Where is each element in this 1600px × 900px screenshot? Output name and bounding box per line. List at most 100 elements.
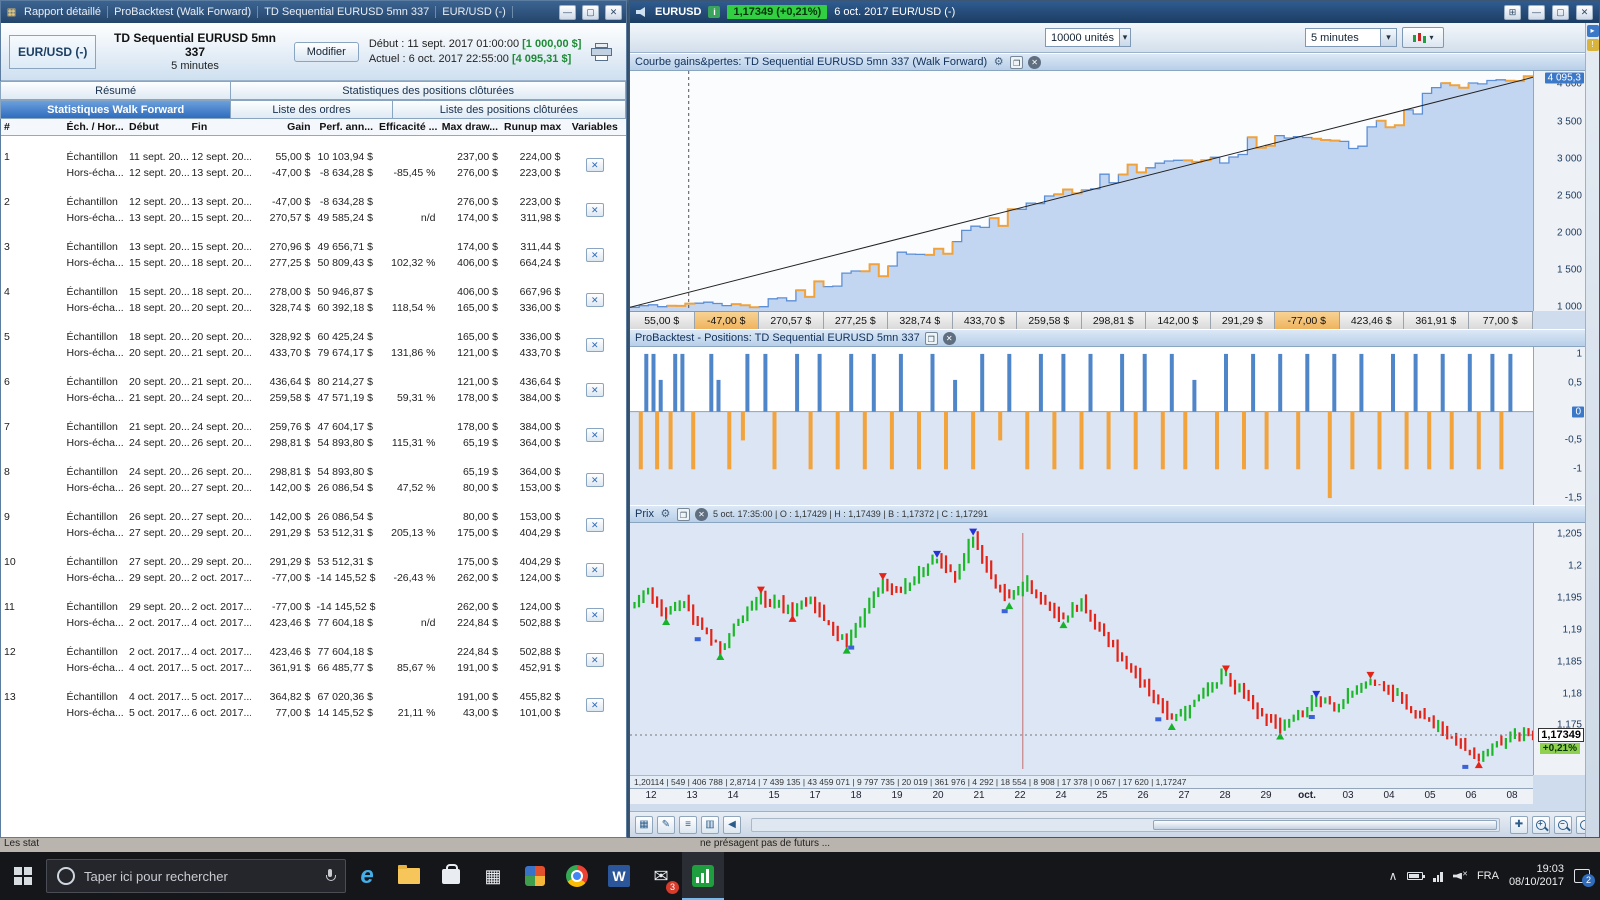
segment-gain-cell[interactable]: 433,70 $ (952, 312, 1017, 329)
taskbar-app-word[interactable]: W (598, 852, 640, 900)
column-header[interactable]: Fin (188, 119, 251, 136)
table-row[interactable]: Hors-écha... 13 sept. 20... 15 sept. 20...… (1, 210, 626, 226)
variables-button[interactable]: ✕ (585, 247, 604, 262)
variables-button[interactable]: ✕ (585, 517, 604, 532)
table-row[interactable]: Hors-écha... 29 sept. 20... 2 oct. 2017...… (1, 570, 626, 586)
table-row[interactable]: Hors-écha... 27 sept. 20... 29 sept. 20...… (1, 525, 626, 541)
segment-gain-cell[interactable]: 291,29 $ (1210, 312, 1275, 329)
timeframe-select[interactable]: 5 minutes ▾ (1305, 28, 1397, 47)
modify-button[interactable]: Modifier (293, 41, 359, 62)
price-x-axis[interactable]: 12 13 14 15 17 18 19 20 21 22 24 25 26 27 28 29 oct. 03 04… (630, 788, 1533, 804)
battery-icon[interactable] (1407, 872, 1426, 880)
positions-plot[interactable] (630, 347, 1533, 505)
volume-muted-icon[interactable] (1453, 870, 1468, 882)
column-header[interactable]: Perf. ann... (313, 119, 376, 136)
variables-button[interactable]: ✕ (585, 652, 604, 667)
table-row[interactable]: 8 Échantillon 24 sept. 20... 26 sept. 20...… (1, 464, 626, 487)
variables-button[interactable]: ✕ (585, 607, 604, 622)
language-indicator[interactable]: FRA (1477, 870, 1499, 882)
equity-plot[interactable] (630, 71, 1533, 311)
table-row[interactable]: Hors-écha... 15 sept. 20... 18 sept. 20...… (1, 255, 626, 271)
table-row[interactable]: 11 Échantillon 29 sept. 20... 2 oct. 2017..… (1, 599, 626, 622)
drawing-tools-icon[interactable]: ✚ (1510, 815, 1528, 834)
table-row[interactable]: 5 Échantillon 18 sept. 20... 20 sept. 20...… (1, 329, 626, 352)
close-panel-icon[interactable]: ✕ (942, 331, 956, 345)
notification-center-icon[interactable]: 2 (1574, 869, 1595, 887)
column-header[interactable]: Efficacité ... (376, 119, 439, 136)
variables-button[interactable]: ✕ (585, 382, 604, 397)
segment-gain-cell[interactable]: 423,46 $ (1339, 312, 1404, 329)
variables-button[interactable]: ✕ (585, 337, 604, 352)
maximize-button[interactable]: ▢ (582, 4, 599, 20)
variables-button[interactable]: ✕ (585, 562, 604, 577)
segment-gain-cell[interactable]: 77,00 $ (1468, 312, 1533, 329)
table-row[interactable]: Hors-écha... 18 sept. 20... 20 sept. 20...… (1, 300, 626, 316)
table-row[interactable]: 6 Échantillon 20 sept. 20... 21 sept. 20...… (1, 374, 626, 397)
tab-stats-positions[interactable]: Statistiques des positions clôturées (230, 81, 626, 100)
right-sidebar-strip[interactable]: ▸ ! (1585, 23, 1599, 837)
scrollbar-thumb[interactable] (1153, 819, 1497, 830)
table-row[interactable]: 3 Échantillon 13 sept. 20... 15 sept. 20...… (1, 239, 626, 262)
taskbar-search[interactable]: Taper ici pour rechercher (46, 859, 346, 893)
tab-liste-ordres[interactable]: Liste des ordres (230, 100, 393, 119)
table-row[interactable]: 4 Échantillon 15 sept. 20... 18 sept. 20...… (1, 284, 626, 307)
minimize-button[interactable]: — (559, 4, 576, 20)
table-row[interactable]: Hors-écha... 4 oct. 2017... 5 oct. 2017...… (1, 660, 626, 676)
table-row[interactable]: Hors-écha... 5 oct. 2017... 6 oct. 2017...… (1, 705, 626, 721)
detach-window-icon[interactable]: ❐ (676, 507, 690, 521)
table-row[interactable]: 13 Échantillon 4 oct. 2017... 5 oct. 2017..… (1, 689, 626, 712)
segment-gain-cell[interactable]: 142,00 $ (1146, 312, 1211, 329)
settings-icon[interactable]: ⚙ (992, 56, 1005, 69)
variables-button[interactable]: ✕ (585, 697, 604, 712)
taskbar-app-explorer[interactable] (388, 852, 430, 900)
segment-gain-cell[interactable]: -77,00 $ (1275, 312, 1340, 329)
share-icon[interactable]: ✎ (657, 815, 675, 834)
zoom-out-icon[interactable]: − (1554, 815, 1572, 834)
list-icon[interactable]: ≡ (679, 815, 697, 834)
table-row[interactable]: Hors-écha... 26 sept. 20... 27 sept. 20...… (1, 480, 626, 496)
table-row[interactable]: 2 Échantillon 12 sept. 20... 13 sept. 20...… (1, 194, 626, 217)
table-row[interactable]: Hors-écha... 21 sept. 20... 24 sept. 20...… (1, 390, 626, 406)
layout-grid-button[interactable]: ⊞ (1504, 4, 1521, 20)
start-button[interactable] (0, 852, 46, 900)
segment-gain-cell[interactable]: 270,57 $ (759, 312, 824, 329)
table-row[interactable]: Hors-écha... 2 oct. 2017... 4 oct. 2017...… (1, 615, 626, 631)
variables-button[interactable]: ✕ (585, 157, 604, 172)
printer-icon[interactable] (591, 42, 613, 61)
segment-gain-cell[interactable]: -47,00 $ (694, 312, 759, 329)
positions-y-axis[interactable]: 1 0,5 0 -0,5 -1 -1,5 (1533, 347, 1586, 505)
detach-window-icon[interactable]: ❐ (924, 331, 938, 345)
taskbar-clock[interactable]: 19:03 08/10/2017 (1509, 863, 1564, 889)
close-panel-icon[interactable]: ✕ (1028, 55, 1042, 69)
columns-icon[interactable]: ▥ (701, 815, 719, 834)
close-button[interactable]: ✕ (605, 4, 622, 20)
horizontal-scrollbar[interactable] (751, 817, 1500, 832)
minimize-button[interactable]: — (1528, 4, 1545, 20)
variables-button[interactable]: ✕ (585, 202, 604, 217)
chart-type-button[interactable]: ▾ (1402, 27, 1444, 48)
mic-icon[interactable] (325, 869, 336, 883)
close-button[interactable]: ✕ (1576, 4, 1593, 20)
column-header[interactable]: Éch. / Hor... (63, 119, 126, 136)
segment-gain-cell[interactable]: 361,91 $ (1404, 312, 1469, 329)
speaker-icon[interactable] (636, 7, 645, 17)
taskbar-app-trading[interactable] (682, 852, 724, 900)
variables-button[interactable]: ✕ (585, 472, 604, 487)
segment-gain-cell[interactable]: 55,00 $ (630, 312, 695, 329)
chart-settings-icon[interactable]: ▦ (635, 815, 653, 834)
table-row[interactable]: Hors-écha... 20 sept. 20... 21 sept. 20...… (1, 345, 626, 361)
info-icon[interactable]: i (708, 6, 721, 18)
column-header[interactable]: Max draw... (438, 119, 501, 136)
segment-gain-cell[interactable]: 259,58 $ (1017, 312, 1082, 329)
table-row[interactable]: 9 Échantillon 26 sept. 20... 27 sept. 20...… (1, 509, 626, 532)
table-row[interactable]: Hors-écha... 12 sept. 20... 13 sept. 20...… (1, 165, 626, 181)
segment-gain-cell[interactable]: 277,25 $ (823, 312, 888, 329)
chart-titlebar[interactable]: EURUSD i 1,17349 (+0,21%) 6 oct. 2017 EU… (630, 1, 1599, 23)
taskbar-app-chrome[interactable] (556, 852, 598, 900)
price-plot[interactable] (630, 523, 1533, 775)
column-header[interactable]: # (1, 119, 64, 136)
column-header[interactable]: Variables (563, 119, 626, 136)
settings-icon[interactable]: ⚙ (659, 508, 672, 521)
table-row[interactable]: 10 Échantillon 27 sept. 20... 29 sept. 20..… (1, 554, 626, 577)
taskbar-app-edge[interactable]: e (346, 852, 388, 900)
